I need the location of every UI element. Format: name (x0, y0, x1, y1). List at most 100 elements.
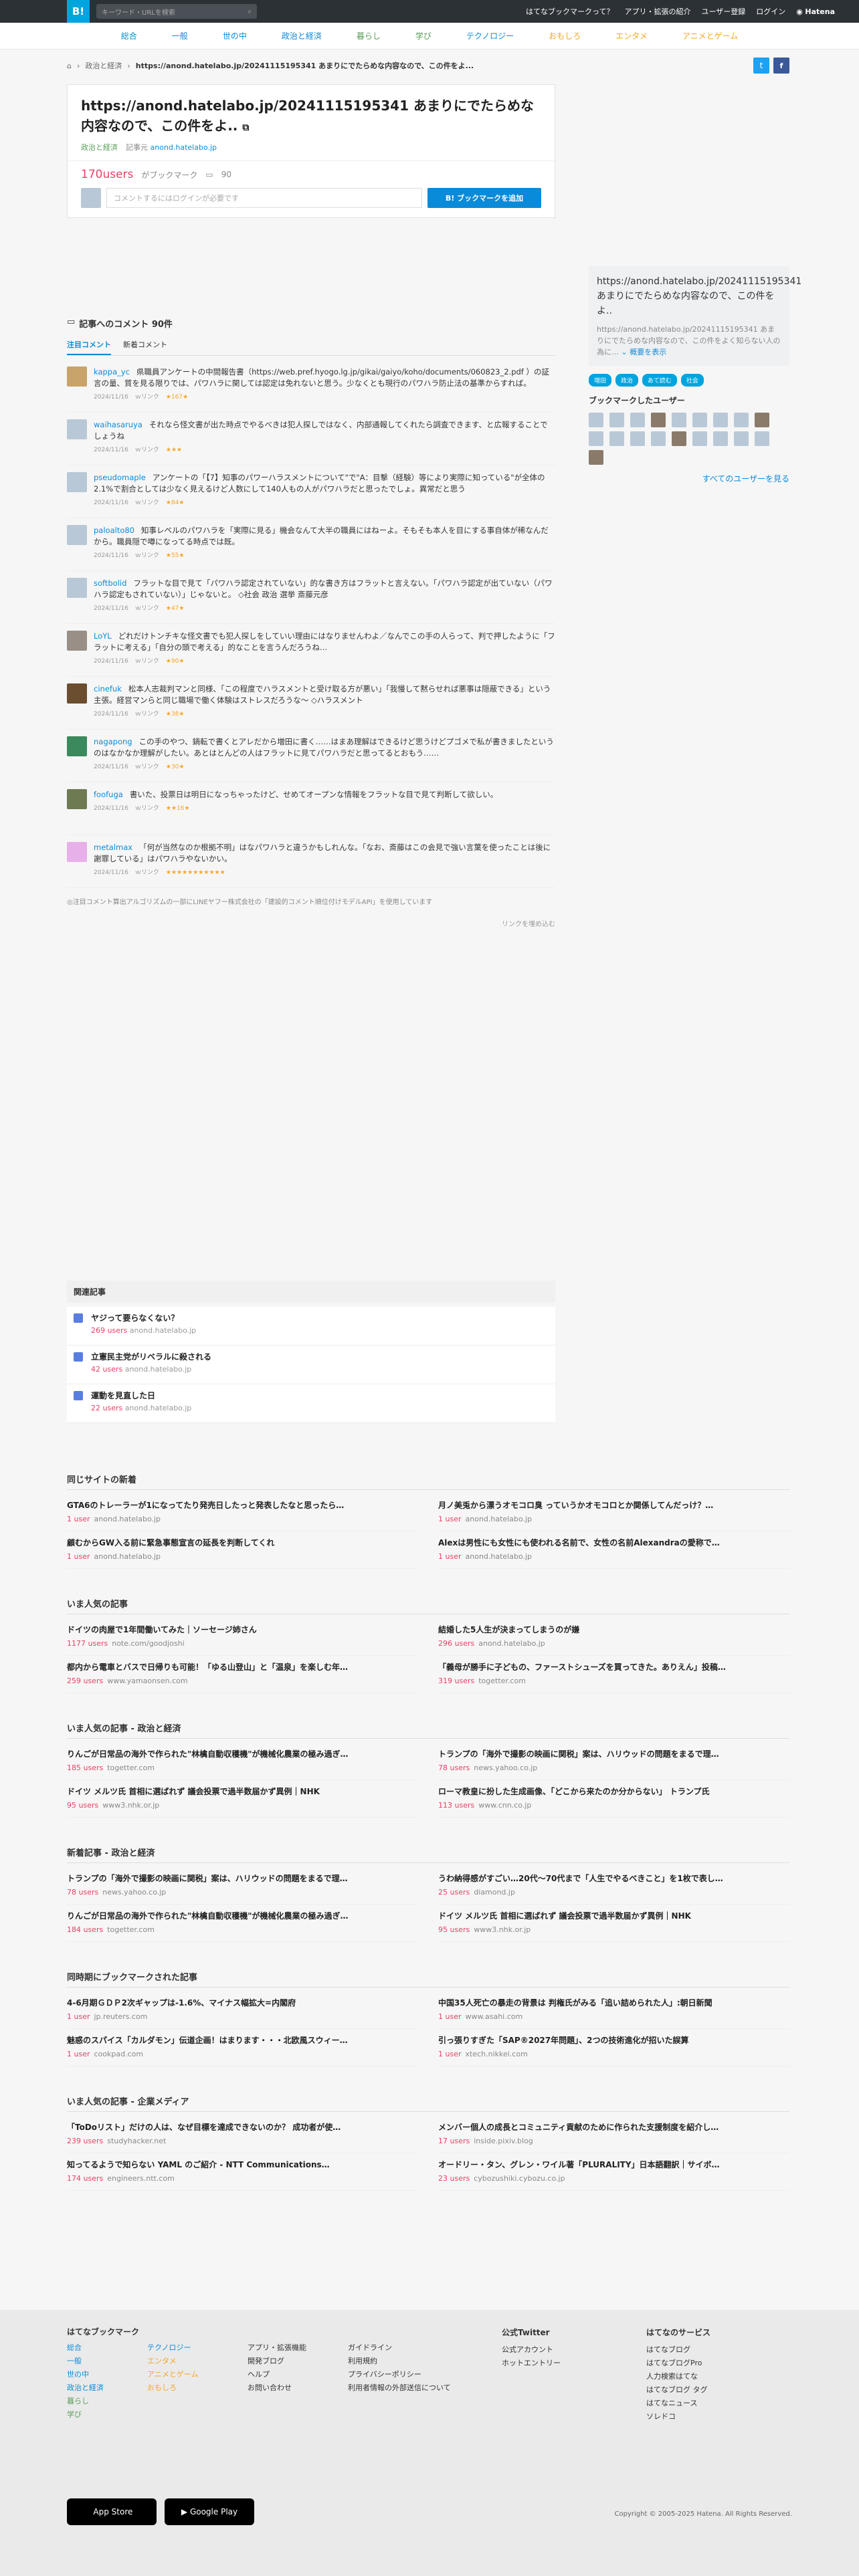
footer-link[interactable]: 政治と経済 (67, 2381, 120, 2395)
article-title[interactable]: 都内から電車とバスで日帰りも可能！「ゆる山登山」と「温泉」を楽しむ年… (67, 1661, 418, 1673)
comment-stars[interactable]: ★90★ (166, 656, 185, 667)
article-title[interactable]: オードリー・タン、グレン・ワイル著「PLURALITY」日本語翻訳｜サイボ… (438, 2159, 789, 2170)
footer-link[interactable]: 利用規約 (348, 2355, 495, 2368)
entry-title[interactable]: https://anond.hatelabo.jp/20241115195341… (68, 85, 555, 142)
search-icon[interactable]: ⌕ (248, 8, 252, 15)
commenter-avatar[interactable] (67, 578, 87, 598)
article-title[interactable]: 魅惑のスパイス「カルダモン」伝道企画！はまります・・・北欧風スウィー… (67, 2034, 418, 2046)
comment-link-label[interactable]: ｗリンク (135, 656, 159, 667)
comment-date[interactable]: 2024/11/16 (94, 445, 128, 456)
commenter-avatar[interactable] (67, 472, 87, 492)
footer-link[interactable]: ソレドコ (646, 2410, 789, 2424)
comment-user[interactable]: pseudomaple (94, 473, 146, 482)
comment-date[interactable]: 2024/11/16 (94, 762, 128, 773)
article-item[interactable]: トランプの「海外で撮影の映画に関税」案は、ハリウッドの問題をまるで理… 78 us… (438, 1743, 789, 1780)
commenter-avatar[interactable] (67, 366, 87, 387)
article-title[interactable]: 引っ張りすぎた「SAP®2027年問題」、2つの技術進化が招いた誤算 (438, 2034, 789, 2046)
comment-stars[interactable]: ★★16★ (166, 803, 190, 815)
related-users[interactable]: 22 users (91, 1404, 122, 1412)
article-item[interactable]: 月ノ美兎から漂うオモコロ臭 っていうかオモコロとか関係してんだっけ？… 1 use… (438, 1494, 789, 1531)
bookmark-user-avatar[interactable] (651, 431, 666, 446)
article-users[interactable]: 25 users (438, 1888, 470, 1897)
comment-date[interactable]: 2024/11/16 (94, 498, 128, 509)
article-users[interactable]: 185 users (67, 1763, 103, 1772)
article-users[interactable]: 174 users (67, 2174, 103, 2183)
comment-date[interactable]: 2024/11/16 (94, 803, 128, 815)
comment-stars[interactable]: ★30★ (166, 762, 185, 773)
article-item[interactable]: 4-6月期ＧＤＰ2次ギャップは-1.6%、マイナス幅拡大=内閣府 1 user jp… (67, 1992, 418, 2029)
category-economics[interactable]: 政治と経済 (282, 30, 322, 41)
related-users[interactable]: 269 users (91, 1326, 127, 1335)
footer-link[interactable]: プライバシーポリシー (348, 2368, 495, 2381)
comment-user[interactable]: softbolid (94, 578, 126, 588)
all-users-link[interactable]: すべてのユーザーを見る (589, 473, 789, 484)
article-title[interactable]: トランプの「海外で撮影の映画に関税」案は、ハリウッドの問題をまるで理… (438, 1748, 789, 1759)
commenter-avatar[interactable] (67, 631, 87, 651)
bookmark-user-avatar[interactable] (672, 431, 686, 446)
comment-stars[interactable]: ★★★ (166, 445, 182, 456)
comment-date[interactable]: 2024/11/16 (94, 656, 128, 667)
breadcrumb-category[interactable]: 政治と経済 (85, 60, 122, 71)
bookmark-user-avatar[interactable] (755, 431, 769, 446)
bookmark-user-avatar[interactable] (609, 413, 624, 427)
article-item[interactable]: GTA6のトレーラーが1になってたり発売日したっと発表したなと思ったら… 1 us… (67, 1494, 418, 1531)
article-title[interactable]: 知ってるようで知らない YAML のご紹介 - NTT Communicatio… (67, 2159, 418, 2170)
bookmark-user-avatar[interactable] (630, 413, 645, 427)
article-title[interactable]: ローマ教皇に扮した生成画像、「どこから来たのか分からない」 トランプ氏 (438, 1786, 789, 1797)
footer-link[interactable]: 世の中 (67, 2368, 120, 2381)
comment-user[interactable]: LoYL (94, 631, 112, 641)
comment-stars[interactable]: ★47★ (166, 603, 185, 615)
bookmark-user-avatar[interactable] (734, 413, 749, 427)
article-item[interactable]: メンバー個人の成長とコミュニティ貢献のために作られた支援制度を紹介し… 17 us… (438, 2116, 789, 2153)
article-title[interactable]: ドイツの肉屋で1年間働いてみた｜ソーセージ姉さん (67, 1624, 418, 1635)
bookmark-user-avatar[interactable] (609, 431, 624, 446)
tag-item[interactable]: 増田 (589, 374, 612, 387)
article-item[interactable]: 「ToDoリスト」だけの人は、なぜ目標を達成できないのか？ 成功者が使… 239 … (67, 2116, 418, 2153)
bookmark-user-avatar[interactable] (734, 431, 749, 446)
footer-link[interactable]: はてなブログ (646, 2343, 789, 2357)
commenter-avatar[interactable] (67, 683, 87, 704)
article-users[interactable]: 1 user (67, 1515, 90, 1523)
comment-link-label[interactable]: ｗリンク (135, 867, 159, 879)
comment-link-label[interactable]: ｗリンク (135, 803, 159, 815)
comment-user[interactable]: kappa_yc (94, 367, 130, 377)
commenter-avatar[interactable] (67, 789, 87, 809)
category-general[interactable]: 一般 (172, 30, 188, 41)
footer-link[interactable]: ホットエントリー (502, 2357, 646, 2370)
app-store-badge[interactable]: App Store (67, 2498, 157, 2525)
article-users[interactable]: 259 users (67, 1677, 103, 1685)
category-all[interactable]: 総合 (121, 30, 137, 41)
article-item[interactable]: 引っ張りすぎた「SAP®2027年問題」、2つの技術進化が招いた誤算 1 user… (438, 2029, 789, 2066)
article-title[interactable]: メンバー個人の成長とコミュニティ貢献のために作られた支援制度を紹介し… (438, 2121, 789, 2133)
article-item[interactable]: 「義母が勝手に子どもの、ファーストシューズを買ってきた。ありえん」投稿… 319 … (438, 1656, 789, 1693)
article-title[interactable]: うわ納得感がすごい…20代〜70代まで「人生でやるべきこと」を1枚で表し… (438, 1872, 789, 1884)
footer-link[interactable]: アプリ・拡張機能 (248, 2341, 321, 2355)
article-users[interactable]: 23 users (438, 2174, 470, 2183)
article-item[interactable]: オードリー・タン、グレン・ワイル著「PLURALITY」日本語翻訳｜サイボ… 23… (438, 2153, 789, 2191)
article-users[interactable]: 78 users (438, 1763, 470, 1772)
related-item[interactable]: 運動を見直した日 22 users anond.hatelabo.jp (67, 1384, 555, 1423)
bookmark-user-avatar[interactable] (589, 450, 603, 465)
comment-date[interactable]: 2024/11/16 (94, 867, 128, 879)
comment-input[interactable]: コメントするにはログインが必要です (106, 188, 422, 208)
bookmark-users-count[interactable]: 170users (81, 168, 133, 181)
footer-link[interactable]: ガイドライン (348, 2341, 495, 2355)
comment-stars[interactable]: ★167★ (166, 392, 188, 403)
bookmark-user-avatar[interactable] (713, 431, 728, 446)
article-users[interactable]: 1 user (438, 1552, 462, 1561)
comment-link-label[interactable]: ｗリンク (135, 550, 159, 562)
comment-link-label[interactable]: ｗリンク (135, 445, 159, 456)
article-users[interactable]: 95 users (438, 1925, 470, 1934)
category-life[interactable]: 暮らし (357, 30, 381, 41)
related-users[interactable]: 42 users (91, 1365, 122, 1374)
article-title[interactable]: 結婚した5人生が決まってしまうのが嫌 (438, 1624, 789, 1635)
comment-link-label[interactable]: ｗリンク (135, 498, 159, 509)
footer-link[interactable]: 人力検索はてな (646, 2370, 789, 2383)
facebook-share-icon[interactable]: f (773, 58, 789, 74)
footer-link[interactable]: 一般 (67, 2355, 120, 2368)
related-item[interactable]: ヤジって要らなくない？ 269 users anond.hatelabo.jp (67, 1307, 555, 1346)
footer-link[interactable]: 利用者情報の外部送信について (348, 2381, 495, 2395)
related-title[interactable]: 立憲民主党がリベラルに殺される (91, 1351, 211, 1362)
comment-user[interactable]: foofuga (94, 790, 123, 799)
category-social[interactable]: 世の中 (223, 30, 247, 41)
